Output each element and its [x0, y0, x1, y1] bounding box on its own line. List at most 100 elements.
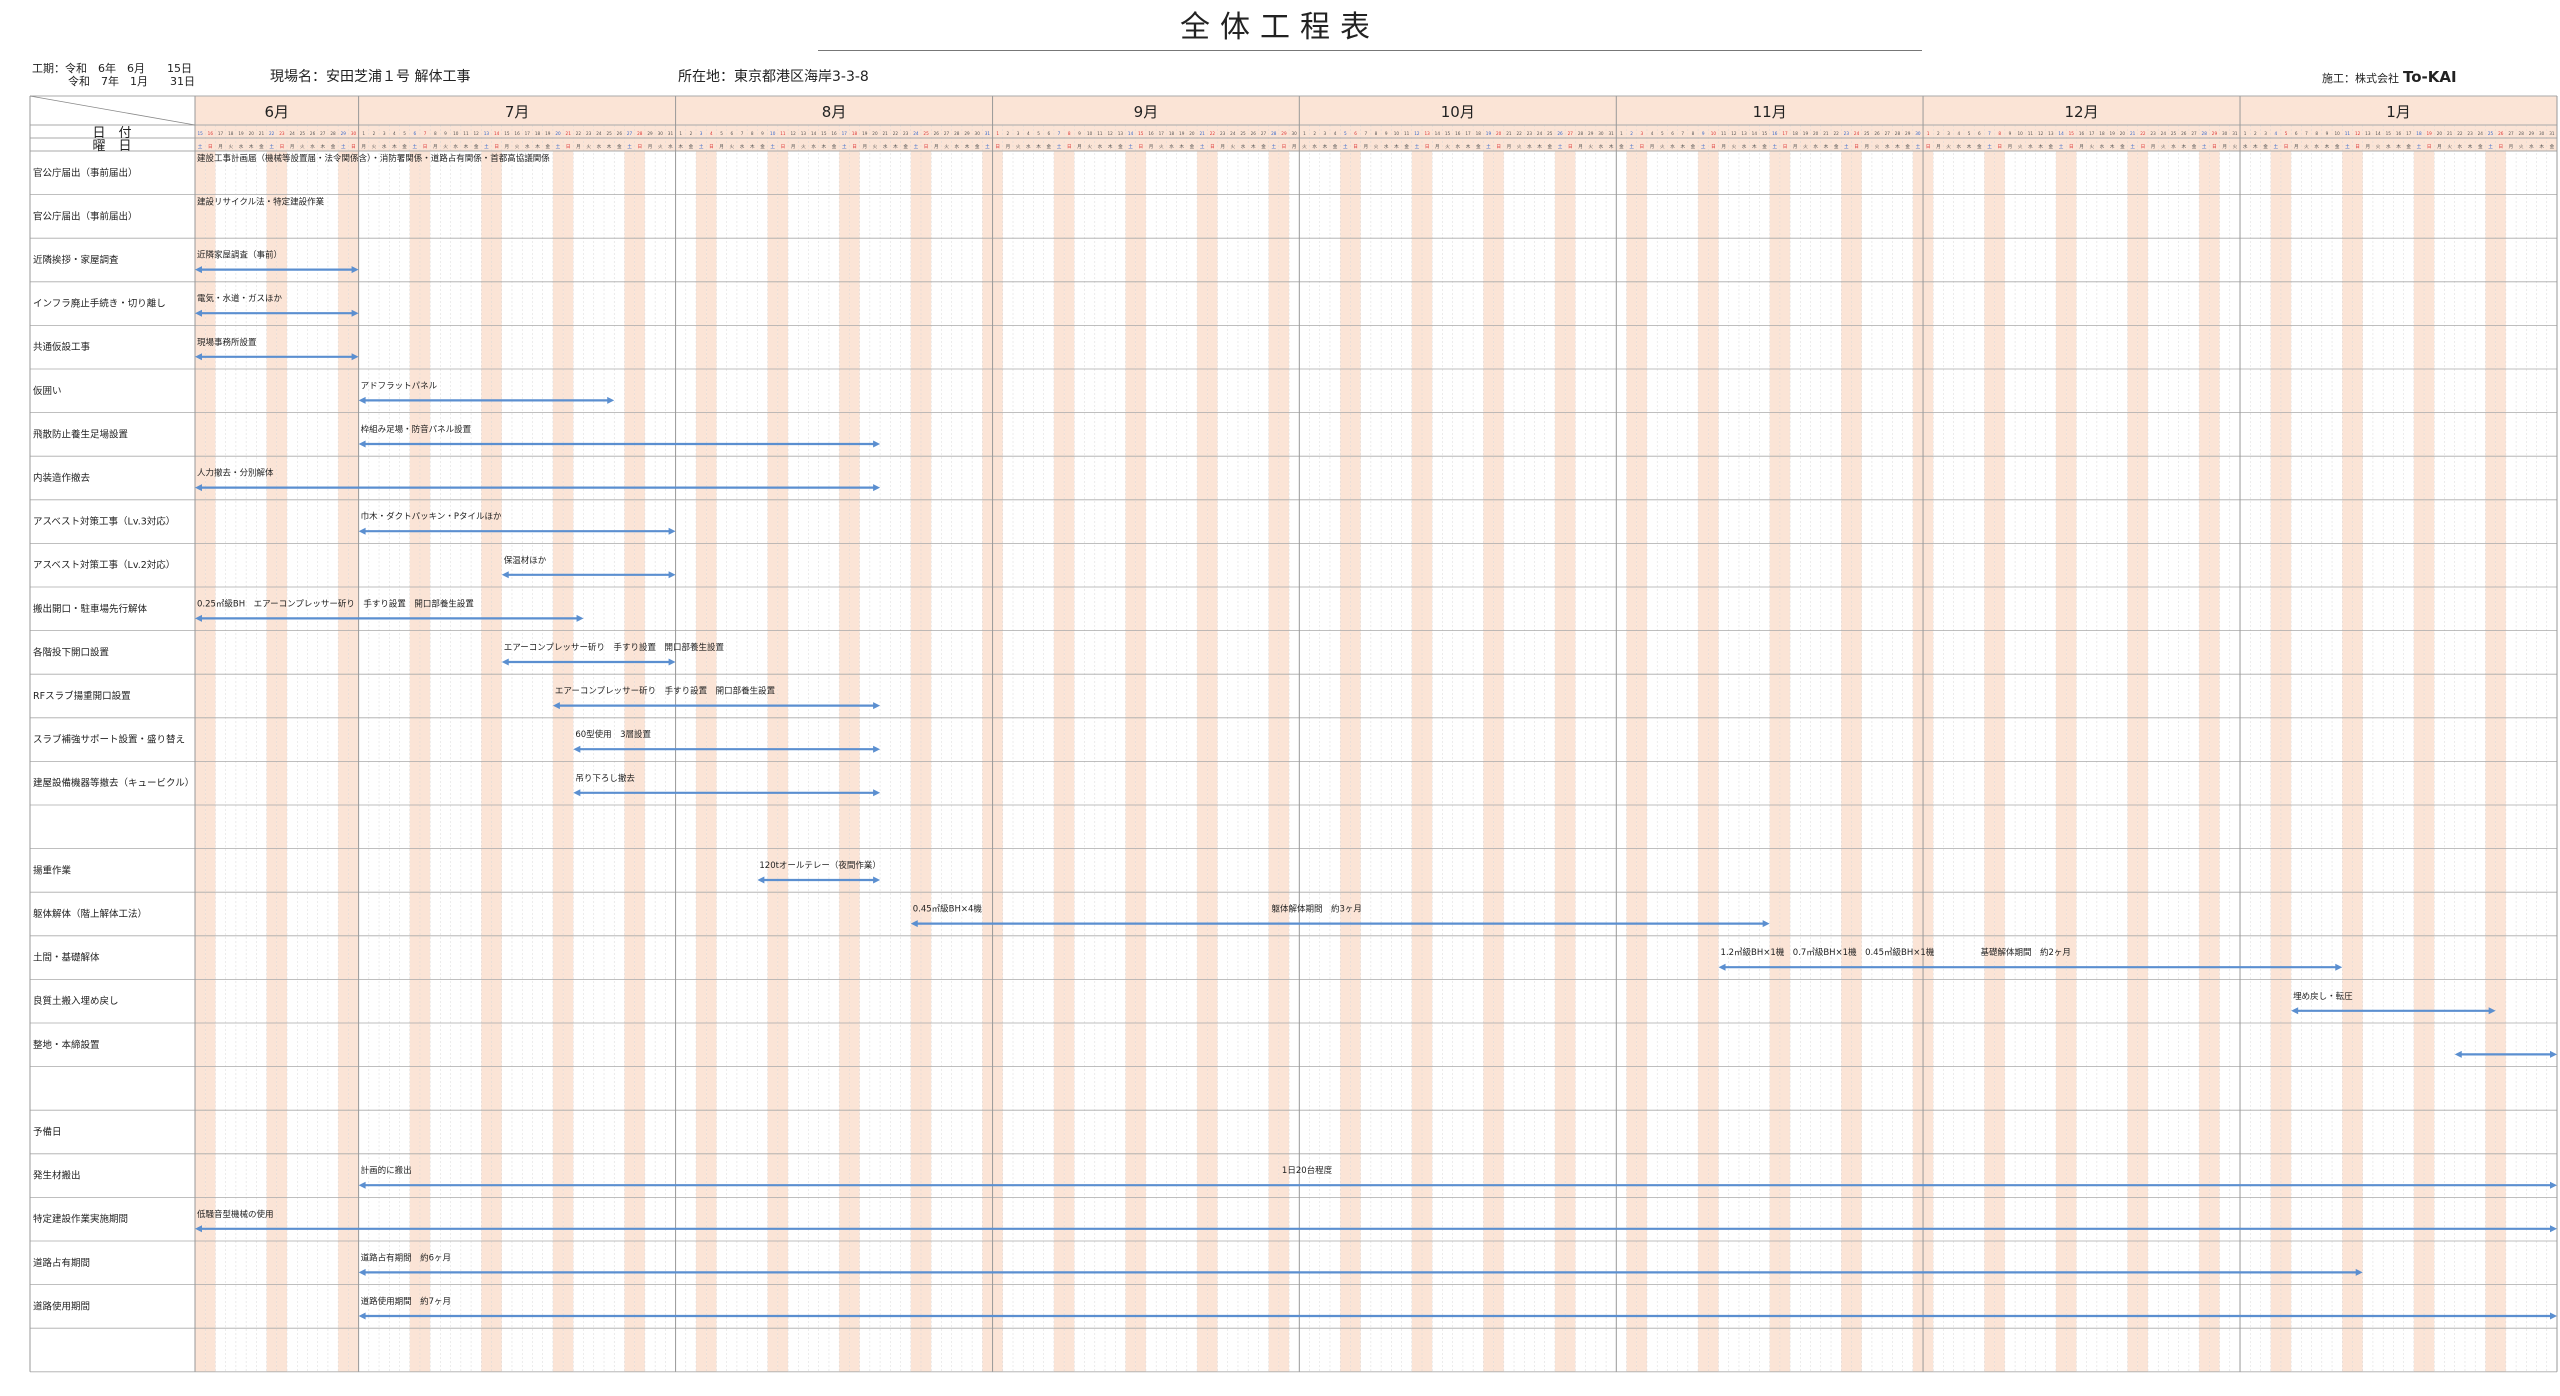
bar-note: 電気・水道・ガスほか	[197, 293, 283, 304]
weekday-char: 土	[2345, 143, 2350, 150]
bar-arrow-end	[873, 876, 881, 884]
day-number: 31	[1609, 131, 1615, 136]
weekday-char: 金	[2192, 143, 2197, 150]
weekday-char: 日	[637, 144, 642, 150]
weekday-char: 木	[1251, 143, 1256, 150]
day-number: 19	[2427, 131, 2433, 136]
weekday-char: 土	[1200, 143, 1205, 150]
weekday-char: 木	[678, 143, 683, 150]
weekday-char: 火	[2519, 144, 2524, 150]
weekday-char: 月	[2079, 144, 2084, 150]
bar-note: 現場事務所設置	[197, 337, 257, 348]
day-number: 12	[1414, 131, 1420, 136]
day-number: 6	[730, 131, 733, 136]
weekday-char: 土	[1343, 143, 1348, 150]
day-number: 11	[463, 131, 469, 136]
bar-note: 60型使用 3層設置	[575, 729, 651, 740]
task-label: 整地・本締設置	[33, 1039, 100, 1051]
day-number: 23	[1527, 131, 1533, 136]
day-number: 15	[1445, 131, 1451, 136]
day-number: 21	[566, 131, 572, 136]
weekday-char: 火	[2304, 144, 2309, 150]
day-number: 2	[690, 131, 693, 136]
day-number: 14	[2058, 131, 2064, 136]
weekday-char: 金	[1190, 143, 1195, 150]
day-number: 8	[751, 131, 754, 136]
weekday-char: 水	[239, 143, 244, 150]
day-number: 10	[2018, 131, 2024, 136]
month-label: 7月	[505, 103, 530, 121]
day-number: 1	[679, 131, 682, 136]
weekday-char: 水	[1241, 143, 1246, 150]
day-number: 2	[1007, 131, 1010, 136]
day-number: 15	[2069, 131, 2075, 136]
weekday-char: 木	[1680, 143, 1685, 150]
weekday-char: 月	[1077, 144, 1082, 150]
weekday-char: 木	[321, 143, 326, 150]
bar-arrow-end	[2550, 1225, 2557, 1233]
day-number: 5	[2285, 131, 2288, 136]
task-label: 躯体解体（階上解体工法）	[33, 908, 147, 920]
day-number: 29	[2212, 131, 2218, 136]
day-number: 14	[1752, 131, 1758, 136]
day-number: 21	[2130, 131, 2136, 136]
weekday-char: 月	[2294, 144, 2299, 150]
month-label: 10月	[1441, 103, 1475, 121]
day-number: 22	[2140, 131, 2146, 136]
weekday-char: 金	[617, 143, 622, 150]
weekday-char: 日	[1640, 144, 1645, 150]
day-number: 20	[249, 131, 255, 136]
weekday-char: 土	[985, 143, 990, 150]
weekday-char: 土	[341, 143, 346, 150]
weekday-char: 火	[1159, 144, 1164, 150]
day-number: 2	[373, 131, 376, 136]
bar-arrow-start	[358, 1181, 366, 1189]
bar-arrow-start	[1718, 963, 1726, 971]
weekday-char: 火	[2161, 144, 2166, 150]
day-number: 29	[341, 131, 347, 136]
day-number: 10	[1711, 131, 1717, 136]
day-number: 24	[913, 131, 919, 136]
day-number: 25	[2488, 131, 2494, 136]
weekday-char: 月	[1149, 144, 1154, 150]
task-label: 搬出開口・駐車場先行解体	[33, 603, 148, 615]
bar-note: アドフラットパネル	[361, 381, 438, 391]
weekday-char: 日	[494, 144, 499, 150]
weekday-char: 月	[1865, 144, 1870, 150]
weekday-char: 金	[331, 143, 336, 150]
weekday-char: 火	[1016, 144, 1021, 150]
bar-arrow-start	[358, 1268, 366, 1276]
day-number: 17	[842, 131, 848, 136]
day-number: 11	[780, 131, 786, 136]
day-number: 11	[1097, 131, 1103, 136]
day-number: 7	[2305, 131, 2308, 136]
task-label: 近隣挨拶・家屋調査	[33, 254, 119, 266]
weekday-char: 日	[1783, 144, 1788, 150]
weekday-char: 土	[413, 143, 418, 150]
day-number: 26	[934, 131, 940, 136]
day-number: 19	[862, 131, 868, 136]
weekday-char: 土	[1629, 143, 1634, 150]
weekday-char: 水	[811, 143, 816, 150]
day-number: 27	[627, 131, 633, 136]
bar-note: 1.2㎥級BH×1機 0.7㎥級BH×1機 0.45㎥級BH×1機	[1721, 947, 1935, 958]
bar-arrow-end	[1762, 920, 1770, 928]
task-label: 揚重作業	[33, 864, 72, 876]
weekday-char: 火	[1374, 144, 1379, 150]
weekday-char: 土	[842, 143, 847, 150]
day-number: 13	[2048, 131, 2054, 136]
day-number: 6	[1671, 131, 1674, 136]
day-number: 4	[1651, 131, 1654, 136]
weekday-char: 木	[392, 143, 397, 150]
task-label: 道路使用期間	[33, 1300, 90, 1312]
weekday-char: 土	[2274, 143, 2279, 150]
day-number: 27	[2191, 131, 2197, 136]
day-number: 19	[1486, 131, 1492, 136]
weekday-char: 木	[2396, 143, 2401, 150]
bar-note: 0.25㎥級BH エアーコンプレッサー斫り 手すり設置 開口部養生設置	[197, 598, 474, 609]
weekday-char: 火	[1803, 144, 1808, 150]
day-number: 11	[2028, 131, 2034, 136]
weekday-char: 木	[750, 143, 755, 150]
day-number: 17	[218, 131, 224, 136]
day-number: 16	[2396, 131, 2402, 136]
